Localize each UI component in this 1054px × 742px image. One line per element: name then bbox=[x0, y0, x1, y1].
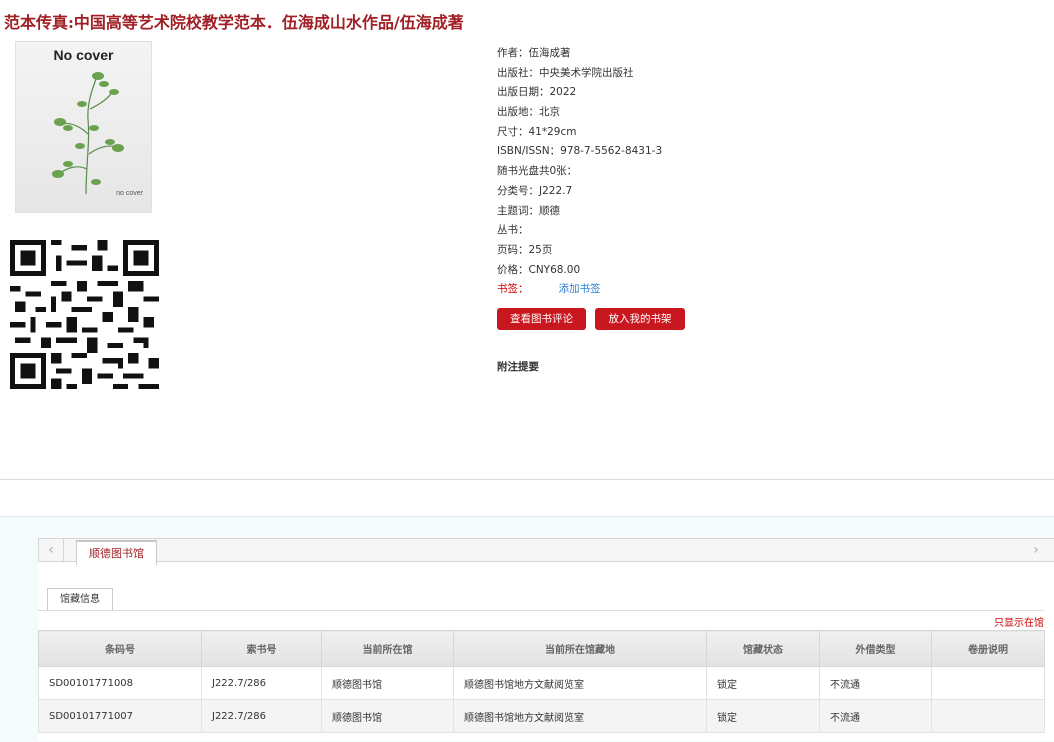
location-cell: 顺德图书馆地方文献阅览室 bbox=[453, 699, 707, 733]
barcode-cell: SD00101771008 bbox=[38, 666, 202, 700]
tab-library-shunde[interactable]: 顺德图书馆 bbox=[76, 540, 157, 565]
volume-note-cell bbox=[931, 699, 1045, 733]
table-row: SD00101771008 J222.7/286 顺德图书馆 顺德图书馆地方文献… bbox=[38, 666, 1045, 700]
volume-note-cell bbox=[931, 666, 1045, 700]
notes-heading: 附注提要 bbox=[497, 361, 539, 373]
column-header-barcode: 条码号 bbox=[38, 630, 202, 667]
add-to-shelf-button[interactable]: 放入我的书架 bbox=[595, 308, 685, 330]
cover-title: No cover bbox=[53, 47, 114, 63]
status-cell: 锁定 bbox=[706, 666, 820, 700]
cover-footer: no cover bbox=[116, 190, 143, 197]
call-number-cell: J222.7/286 bbox=[201, 666, 322, 700]
detail-price: 价格：CNY68.00 bbox=[497, 263, 581, 276]
detail-pages: 页码：25页 bbox=[497, 243, 553, 256]
column-header-library: 当前所在馆 bbox=[321, 630, 454, 667]
column-header-loan-type: 外借类型 bbox=[819, 630, 932, 667]
view-reviews-button[interactable]: 查看图书评论 bbox=[497, 308, 586, 330]
detail-tags: 书签： 添加书签 bbox=[497, 283, 601, 296]
qr-code bbox=[10, 240, 159, 389]
divider bbox=[0, 479, 1054, 480]
detail-size: 尺寸：41*29cm bbox=[497, 125, 577, 138]
book-title: 范本传真:中国高等艺术院校教学范本．伍海成山水作品/伍海成著 bbox=[4, 13, 464, 32]
loan-type-cell: 不流通 bbox=[819, 666, 932, 700]
table-header-row: 条码号 索书号 当前所在馆 当前所在馆藏地 馆藏状态 外借类型 卷册说明 bbox=[38, 630, 1045, 667]
library-tab-bar: ‹ 顺德图书馆 › bbox=[38, 538, 1054, 565]
location-cell: 顺德图书馆地方文献阅览室 bbox=[453, 666, 707, 700]
book-details: 作者：伍海成著 出版社：中央美术学院出版社 出版日期：2022 出版地：北京 尺… bbox=[497, 44, 662, 300]
library-cell: 顺德图书馆 bbox=[321, 699, 454, 733]
add-tag-link[interactable]: 添加书签 bbox=[559, 283, 601, 295]
show-available-only-link[interactable]: 只显示在馆 bbox=[994, 614, 1044, 629]
detail-subject: 主题词：顺德 bbox=[497, 204, 560, 217]
barcode-cell: SD00101771007 bbox=[38, 699, 202, 733]
cover-image: No cover no cover bbox=[16, 42, 151, 212]
column-header-status: 馆藏状态 bbox=[706, 630, 820, 667]
detail-series: 丛书： bbox=[497, 224, 529, 237]
detail-author: 作者：伍海成著 bbox=[497, 47, 571, 59]
tab-holdings-info[interactable]: 馆藏信息 bbox=[47, 588, 113, 611]
detail-classification: 分类号：J222.7 bbox=[497, 184, 573, 197]
chevron-right-icon[interactable]: › bbox=[1024, 539, 1048, 561]
detail-publish-place: 出版地：北京 bbox=[497, 106, 560, 119]
detail-publisher: 出版社：中央美术学院出版社 bbox=[497, 66, 634, 79]
table-row: SD00101771007 J222.7/286 顺德图书馆 顺德图书馆地方文献… bbox=[38, 699, 1045, 733]
plant-illustration bbox=[52, 72, 124, 195]
column-header-volume-note: 卷册说明 bbox=[931, 630, 1045, 667]
detail-publish-date: 出版日期：2022 bbox=[497, 86, 577, 99]
status-cell: 锁定 bbox=[706, 699, 820, 733]
column-header-location: 当前所在馆藏地 bbox=[453, 630, 707, 667]
loan-type-cell: 不流通 bbox=[819, 699, 932, 733]
chevron-left-icon[interactable]: ‹ bbox=[39, 539, 64, 561]
column-header-call-number: 索书号 bbox=[201, 630, 322, 667]
detail-cd-count: 随书光盘共0张： bbox=[497, 165, 578, 178]
detail-isbn: ISBN/ISSN：978-7-5562-8431-3 bbox=[497, 145, 663, 158]
sub-tab-divider bbox=[38, 610, 1044, 611]
holdings-table: 条码号 索书号 当前所在馆 当前所在馆藏地 馆藏状态 外借类型 卷册说明 SD0… bbox=[38, 630, 1045, 733]
call-number-cell: J222.7/286 bbox=[201, 699, 322, 733]
library-cell: 顺德图书馆 bbox=[321, 666, 454, 700]
